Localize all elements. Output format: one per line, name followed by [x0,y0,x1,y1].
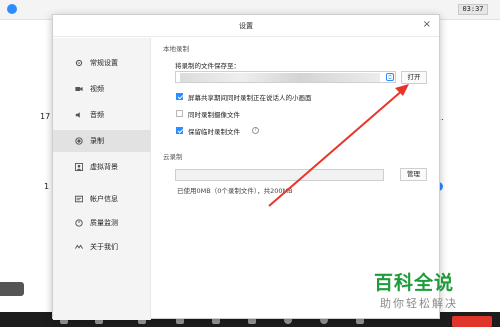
record-active-speaker-label: 屏幕共享期间同时录制正在说话人的小画面 [188,94,312,102]
keep-temp-files-checkbox[interactable] [176,127,183,134]
save-path-value [180,73,380,82]
open-folder-button[interactable]: 打开 [401,71,427,84]
quality-icon [75,219,83,227]
watermark-title: 百科全说 [374,272,455,294]
background-number: 1 [44,182,50,191]
sidebar-item-label: 帐户信息 [90,195,118,203]
sidebar-item-label: 录制 [90,137,104,145]
keep-temp-files-label: 保留临时录制文件 [188,128,240,136]
sidebar-item-label: 视频 [90,85,104,93]
sidebar-item-about[interactable]: 关于我们 [53,236,151,258]
sidebar-item-label: 音频 [90,111,104,119]
portrait-icon [75,163,83,171]
sidebar-item-audio[interactable]: 音频 [53,104,151,126]
sidebar-item-general[interactable]: 常规设置 [53,52,151,74]
about-icon [75,244,83,249]
sidebar-item-label: 虚拟背景 [90,163,118,171]
save-path-field[interactable] [175,71,396,83]
sidebar-item-label: 质量监测 [90,219,118,227]
chevron-updown-icon[interactable] [386,73,394,81]
sidebar-item-video[interactable]: 视频 [53,78,151,100]
dialog-title: 设置 [53,15,439,37]
cloud-recording-heading: 云录制 [163,153,183,161]
background-number: 17 [40,112,51,121]
sidebar-item-label: 常规设置 [90,59,118,67]
account-icon [75,195,83,203]
cloud-usage-bar [175,169,384,181]
video-icon [75,87,83,91]
settings-sidebar: 常规设置 视频 音频 录制 虚拟背景 帐户信息 质量监测 关于我们 [53,38,151,320]
sidebar-item-quality[interactable]: 质量监测 [53,212,151,234]
app-logo-icon [7,4,17,14]
local-recording-heading: 本地录制 [163,45,189,53]
watermark: 百科全说 助你轻松解决 [372,268,494,312]
record-camera-label: 同时录制摄像文件 [188,111,240,119]
meeting-timer: 03:37 [458,4,488,15]
sidebar-item-virtual-background[interactable]: 虚拟背景 [53,156,151,178]
save-location-label: 将录制的文件保存至： [175,62,240,70]
record-camera-checkbox[interactable] [176,110,183,117]
side-panel-toggle[interactable] [0,282,24,296]
record-active-speaker-checkbox[interactable] [176,93,183,100]
manage-cloud-button[interactable]: 管理 [400,168,427,181]
watermark-subtitle: 助你轻松解决 [380,297,458,310]
end-meeting-button[interactable] [452,316,492,327]
sidebar-item-recording[interactable]: 录制 [53,130,151,152]
help-icon[interactable]: ? [252,127,259,134]
close-icon[interactable]: × [423,19,431,31]
sidebar-item-label: 关于我们 [90,243,118,251]
record-icon [75,137,83,145]
audio-icon [75,112,80,118]
gear-icon [75,59,83,67]
sidebar-item-account[interactable]: 帐户信息 [53,188,151,210]
cloud-usage-text: 已使用0MB（0个录制文件），共200MB [177,187,293,195]
